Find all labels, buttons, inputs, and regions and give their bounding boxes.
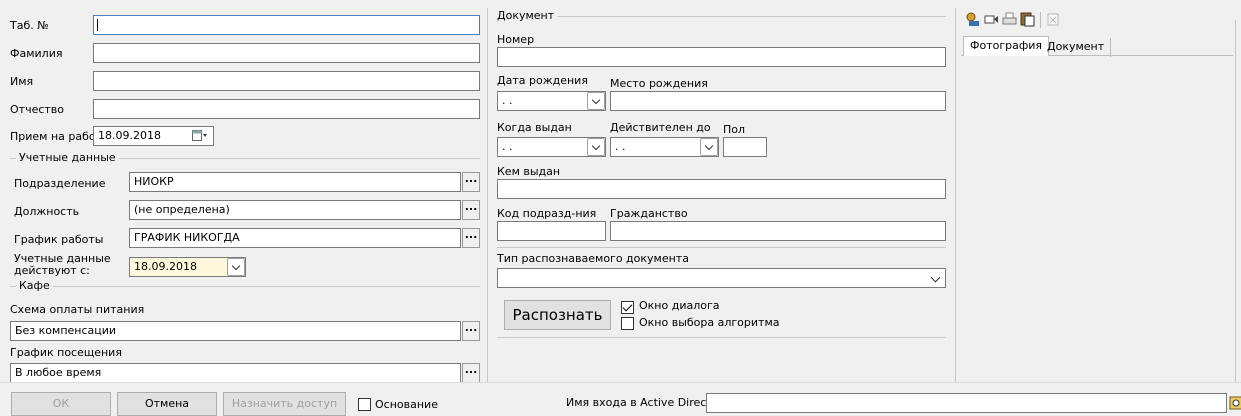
clear-icon[interactable] [1046, 13, 1060, 29]
tab-document[interactable]: Документ [1041, 38, 1112, 57]
lastname-label: Фамилия [10, 47, 63, 60]
birth-place-label: Место рождения [610, 77, 708, 90]
checkmark-icon [622, 301, 633, 312]
effective-date-picker[interactable]: 18.09.2018 [129, 257, 246, 277]
citizenship-input[interactable] [610, 221, 946, 241]
document-divider [497, 16, 946, 17]
recognition-divider [497, 247, 946, 248]
dialog-window-label: Окно диалога [639, 299, 720, 312]
issued-by-input[interactable] [497, 179, 946, 199]
issue-date-label: Когда выдан [497, 121, 572, 134]
right-edge-line [1235, 20, 1236, 382]
column-divider-left [487, 8, 488, 382]
dialog-window-checkbox[interactable] [621, 301, 634, 314]
toolbar-separator [1040, 12, 1041, 28]
position-label: Должность [14, 205, 80, 218]
issued-by-label: Кем выдан [497, 165, 561, 178]
chevron-down-icon[interactable] [587, 92, 605, 110]
basis-label: Основание [375, 398, 438, 411]
dept-code-input[interactable] [497, 221, 606, 241]
tab-photo[interactable]: Фотография [963, 36, 1050, 56]
sex-input[interactable] [723, 137, 767, 157]
assign-access-button[interactable]: Назначить доступ [223, 392, 346, 416]
dept-code-label: Код подразд-ния [497, 207, 597, 220]
payment-scheme-select-button[interactable]: ... [462, 321, 480, 341]
birth-place-input[interactable] [610, 91, 946, 111]
sex-label: Пол [723, 123, 746, 136]
department-select-button[interactable]: ... [462, 172, 480, 192]
algorithm-window-checkbox[interactable] [621, 317, 634, 330]
accounting-title: Учетные данные [16, 151, 119, 164]
lastname-input[interactable] [93, 43, 480, 63]
issue-date-picker[interactable]: . . [497, 137, 606, 157]
chevron-down-icon [930, 272, 941, 283]
department-label: Подразделение [14, 177, 106, 190]
birth-date-picker[interactable]: . . [497, 91, 606, 111]
patronymic-label: Отчество [10, 103, 65, 116]
recognized-type-select[interactable] [497, 268, 946, 288]
chevron-down-icon[interactable] [227, 258, 245, 276]
position-select-button[interactable]: ... [462, 200, 480, 220]
visit-schedule-input[interactable]: В любое время [10, 363, 461, 383]
text-caret [97, 19, 98, 31]
tab-no-label: Таб. № [10, 19, 49, 32]
valid-until-label: Действителен до [610, 121, 711, 134]
print-icon[interactable] [1002, 12, 1017, 29]
payment-scheme-label: Схема оплаты питания [10, 303, 145, 316]
hire-date-picker[interactable]: 18.09.2018 [93, 126, 214, 146]
chevron-down-icon[interactable] [587, 138, 605, 156]
effective-label: Учетные данные действуют с: [14, 252, 111, 277]
document-bottom-divider [497, 337, 946, 338]
department-input[interactable]: НИОКР [129, 172, 461, 192]
payment-scheme-input[interactable]: Без компенсации [10, 321, 461, 341]
number-input[interactable] [497, 47, 946, 67]
calendar-icon[interactable] [192, 129, 208, 142]
ok-button[interactable]: ОК [11, 392, 111, 416]
cafe-divider [10, 286, 480, 287]
firstname-input[interactable] [93, 71, 480, 91]
visit-schedule-label: График посещения [10, 346, 122, 359]
position-input[interactable]: (не определена) [129, 200, 461, 220]
column-divider-right [955, 8, 956, 382]
number-label: Номер [497, 33, 535, 46]
patronymic-input[interactable] [93, 99, 480, 119]
schedule-label: График работы [14, 233, 104, 246]
ad-login-input[interactable] [706, 393, 1227, 413]
visit-schedule-select-button[interactable]: ... [462, 363, 480, 383]
cafe-title: Кафе [16, 279, 53, 292]
citizenship-label: Гражданство [610, 207, 688, 220]
camera-icon[interactable] [965, 12, 981, 30]
birth-date-label: Дата рождения [497, 74, 588, 87]
valid-until-picker[interactable]: . . [610, 137, 719, 157]
video-icon[interactable] [984, 13, 999, 29]
paste-icon[interactable] [1020, 11, 1035, 30]
schedule-select-button[interactable]: ... [462, 228, 480, 248]
cancel-button[interactable]: Отмена [117, 392, 217, 416]
basis-checkbox[interactable] [358, 398, 371, 411]
schedule-input[interactable]: ГРАФИК НИКОГДА [129, 228, 461, 248]
recognized-type-label: Тип распознаваемого документа [497, 252, 689, 265]
chevron-down-icon[interactable] [700, 138, 718, 156]
firstname-label: Имя [10, 75, 34, 88]
document-title: Документ [494, 9, 558, 22]
tab-no-input[interactable] [93, 15, 480, 35]
ad-login-label: Имя входа в Active Directory [566, 396, 729, 409]
lookup-icon[interactable] [1229, 393, 1241, 413]
recognize-button[interactable]: Распознать [504, 300, 611, 330]
photo-toolbar [962, 10, 1102, 30]
algorithm-window-label: Окно выбора алгоритма [639, 316, 780, 329]
